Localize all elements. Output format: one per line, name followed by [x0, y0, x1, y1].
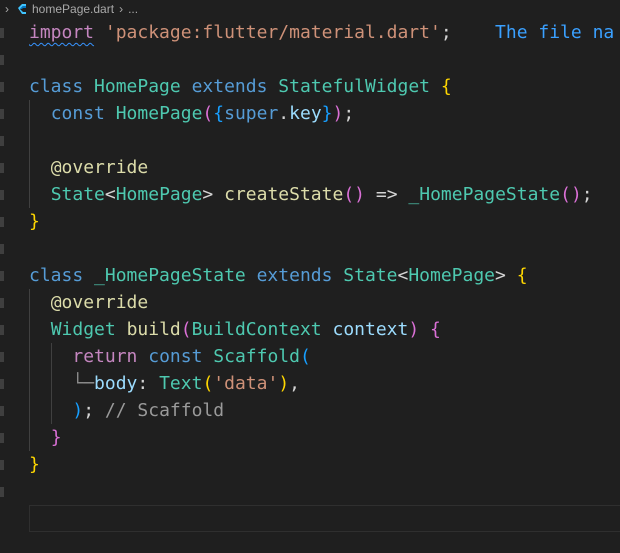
extends-keyword: extends: [256, 265, 333, 286]
widget-type: Widget: [50, 319, 116, 340]
method-name: build: [126, 319, 181, 340]
code-line[interactable]: @override: [0, 289, 620, 316]
code-line[interactable]: @override: [0, 154, 620, 181]
context-parameter: context: [332, 319, 409, 340]
code-line[interactable]: class HomePage extends StatefulWidget {: [0, 73, 620, 100]
class-name: _HomePageState: [94, 265, 246, 286]
code-line[interactable]: import 'package:flutter/material.dart'; …: [0, 19, 620, 46]
code-line[interactable]: return const Scaffold(: [0, 343, 620, 370]
code-line[interactable]: └─body: Text('data'),: [0, 370, 620, 397]
breadcrumb-file[interactable]: homePage.dart: [32, 2, 114, 16]
code-line[interactable]: Widget build(BuildContext context) {: [0, 316, 620, 343]
code-editor[interactable]: › homePage.dart › ... import 'package:fl…: [0, 0, 620, 553]
key-parameter: key: [289, 103, 322, 124]
scaffold-widget: Scaffold: [213, 346, 300, 367]
code-line[interactable]: [0, 127, 620, 154]
code-line[interactable]: ); // Scaffold: [0, 397, 620, 424]
breadcrumb-symbol[interactable]: ...: [128, 2, 138, 16]
superclass-name: State: [343, 265, 398, 286]
current-line[interactable]: [0, 478, 620, 532]
override-annotation: @override: [50, 157, 149, 178]
state-type: State: [50, 184, 105, 205]
constructor-name: HomePage: [115, 103, 203, 124]
chevron-right-icon: ›: [5, 2, 9, 16]
code-line[interactable]: State<HomePage> createState() => _HomePa…: [0, 181, 620, 208]
text-widget: Text: [159, 373, 203, 394]
code-line[interactable]: [0, 46, 620, 73]
type-argument: HomePage: [408, 265, 496, 286]
dart-file-icon: [18, 4, 26, 14]
code-line[interactable]: }: [0, 424, 620, 451]
state-class-call: _HomePageState: [408, 184, 561, 205]
return-keyword: return: [72, 346, 138, 367]
extends-keyword: extends: [191, 76, 268, 97]
super-keyword: super: [224, 103, 279, 124]
code-line[interactable]: }: [0, 451, 620, 478]
import-keyword: import: [29, 22, 95, 43]
code-line[interactable]: [0, 235, 620, 262]
current-line-highlight: [29, 505, 620, 532]
superclass-name: StatefulWidget: [278, 76, 430, 97]
code-line[interactable]: const HomePage({super.key});: [0, 100, 620, 127]
type-argument: HomePage: [115, 184, 203, 205]
body-parameter: body: [94, 373, 138, 394]
arrow-operator: =>: [375, 184, 398, 205]
const-keyword: const: [50, 103, 105, 124]
parameter-type: BuildContext: [191, 319, 322, 340]
code-line[interactable]: class _HomePageState extends State<HomeP…: [0, 262, 620, 289]
import-path: 'package:flutter/material.dart': [104, 22, 441, 43]
closing-label-comment: // Scaffold: [104, 400, 225, 421]
override-annotation: @override: [50, 292, 149, 313]
semicolon: ;: [440, 22, 452, 43]
widget-tree-guide: └─: [72, 373, 95, 394]
code-line[interactable]: }: [0, 208, 620, 235]
class-keyword: class: [29, 76, 84, 97]
inline-diagnostic-hint: The file na: [495, 22, 615, 43]
class-name: HomePage: [94, 76, 181, 97]
method-name: createState: [224, 184, 344, 205]
class-keyword: class: [29, 265, 84, 286]
indent-guide: [29, 127, 30, 154]
const-keyword: const: [148, 346, 203, 367]
chevron-right-icon: ›: [119, 2, 124, 16]
breadcrumb: › homePage.dart › ...: [0, 0, 620, 18]
data-string: 'data': [213, 373, 279, 394]
